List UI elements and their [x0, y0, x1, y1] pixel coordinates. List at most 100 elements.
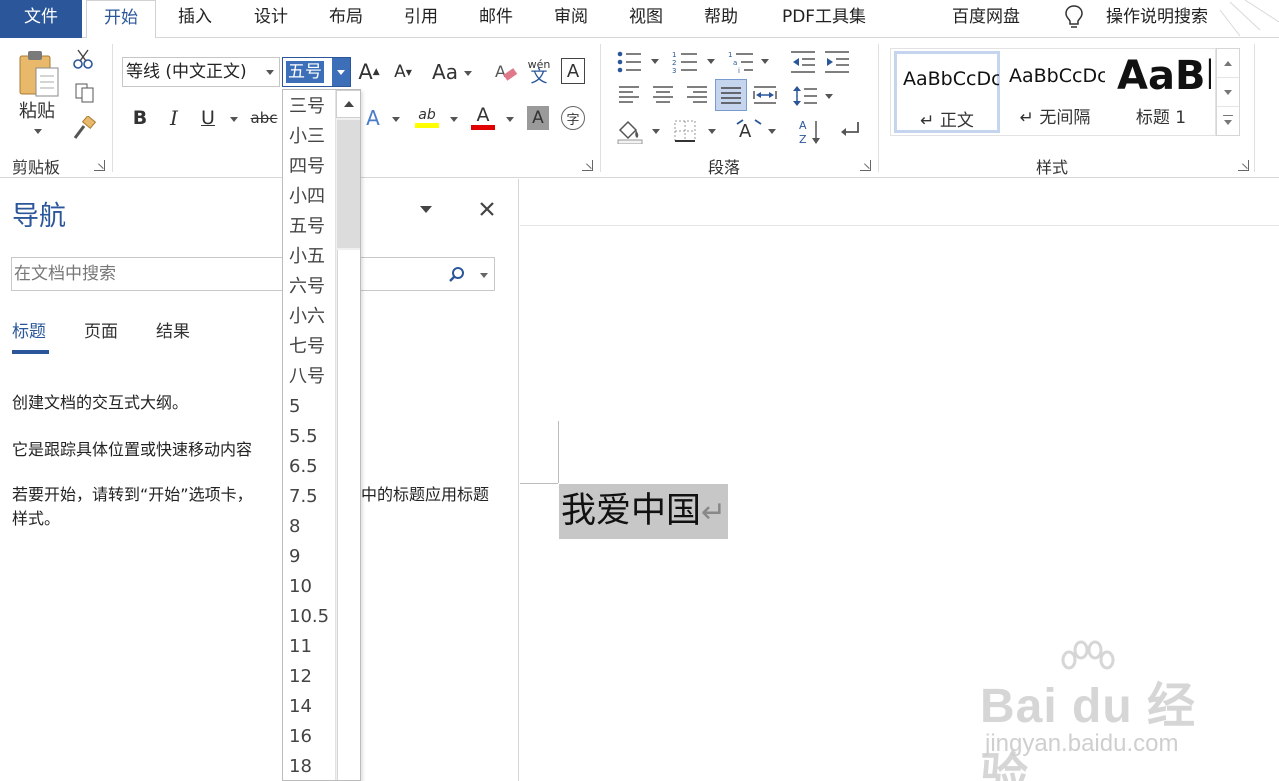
bullets-caret[interactable]: [651, 59, 659, 64]
clear-formatting-icon[interactable]: A: [494, 60, 518, 84]
font-size-option[interactable]: 七号: [283, 332, 335, 362]
phonetic-guide-button[interactable]: wén 文: [526, 56, 552, 86]
font-size-option[interactable]: 12: [283, 662, 335, 692]
line-spacing-icon[interactable]: [792, 84, 818, 108]
font-size-scrollbar[interactable]: [335, 90, 360, 780]
line-spacing-caret[interactable]: [825, 94, 833, 99]
character-shading-button[interactable]: A: [527, 106, 549, 130]
tab-insert[interactable]: 插入: [162, 0, 228, 38]
bold-button[interactable]: B: [128, 104, 152, 132]
align-center-icon[interactable]: [652, 84, 674, 106]
grow-font-button[interactable]: A ▲: [356, 58, 382, 86]
italic-button[interactable]: I: [162, 104, 186, 132]
numbering-caret[interactable]: [707, 59, 715, 64]
multilevel-list-icon[interactable]: 1ai: [728, 50, 754, 74]
font-size-option[interactable]: 小六: [283, 302, 335, 332]
paste-options-caret[interactable]: [34, 129, 42, 134]
font-size-option[interactable]: 小三: [283, 122, 335, 152]
selected-text[interactable]: 我爱中国↵: [559, 484, 729, 539]
search-icon[interactable]: [448, 266, 466, 284]
paste-button[interactable]: 粘贴: [12, 98, 62, 122]
font-size-option[interactable]: 11: [283, 632, 335, 662]
style-normal[interactable]: AaBbCcDc ↵ 正文: [894, 51, 1000, 133]
font-size-dropdown-button[interactable]: [332, 58, 350, 86]
tab-references[interactable]: 引用: [388, 0, 454, 38]
highlight-caret[interactable]: [450, 117, 458, 122]
borders-icon[interactable]: [674, 120, 696, 142]
font-name-caret[interactable]: [266, 70, 274, 75]
font-size-option[interactable]: 14: [283, 692, 335, 722]
align-left-icon[interactable]: [618, 84, 640, 106]
clipboard-launcher[interactable]: [94, 160, 105, 171]
tab-layout[interactable]: 布局: [313, 0, 379, 38]
font-size-value[interactable]: 五号: [286, 61, 324, 83]
increase-indent-icon[interactable]: [824, 50, 850, 74]
shrink-font-button[interactable]: A ▼: [390, 58, 416, 86]
font-size-option[interactable]: 三号: [283, 92, 335, 122]
tab-view[interactable]: 视图: [613, 0, 679, 38]
show-hide-marks-icon[interactable]: [838, 120, 862, 142]
tab-file[interactable]: 文件: [0, 0, 82, 38]
bullets-icon[interactable]: [616, 50, 642, 74]
shading-icon[interactable]: [616, 118, 644, 144]
borders-caret[interactable]: [708, 129, 716, 134]
scroll-up-button[interactable]: [336, 90, 360, 118]
underline-button[interactable]: U: [196, 104, 220, 132]
nav-tab-results[interactable]: 结果: [156, 317, 190, 342]
font-size-option[interactable]: 小四: [283, 182, 335, 212]
decrease-indent-icon[interactable]: [790, 50, 816, 74]
styles-scroll-down[interactable]: [1217, 78, 1239, 107]
tab-baidu-netdisk[interactable]: 百度网盘: [940, 0, 1032, 38]
asian-layout-icon[interactable]: A: [736, 118, 762, 144]
search-options-caret[interactable]: [480, 273, 488, 278]
font-size-option[interactable]: 小五: [283, 242, 335, 272]
nav-tab-pages[interactable]: 页面: [84, 317, 118, 342]
numbering-icon[interactable]: 123: [672, 50, 698, 74]
asian-layout-caret[interactable]: [768, 129, 776, 134]
scroll-thumb[interactable]: [337, 120, 360, 248]
font-size-combo[interactable]: 五号: [282, 57, 351, 87]
tab-home[interactable]: 开始: [86, 0, 156, 39]
font-size-option[interactable]: 7.5: [283, 482, 335, 512]
styles-launcher[interactable]: [1238, 160, 1249, 171]
enclose-characters-button[interactable]: 字: [561, 106, 585, 130]
text-effects-button[interactable]: A: [362, 104, 384, 132]
font-size-option[interactable]: 八号: [283, 362, 335, 392]
cut-icon[interactable]: [72, 48, 94, 70]
change-case-button[interactable]: Aa: [430, 58, 460, 86]
tab-design[interactable]: 设计: [238, 0, 304, 38]
underline-caret[interactable]: [230, 117, 238, 122]
text-effects-caret[interactable]: [392, 117, 400, 122]
font-size-option[interactable]: 10.5: [283, 602, 335, 632]
font-size-option[interactable]: 16: [283, 722, 335, 752]
font-size-option[interactable]: 五号: [283, 212, 335, 242]
font-size-option[interactable]: 18: [283, 752, 335, 780]
font-color-button[interactable]: A: [470, 102, 496, 132]
align-right-icon[interactable]: [686, 84, 708, 106]
justify-icon[interactable]: [715, 79, 747, 111]
nav-options-caret[interactable]: [420, 206, 432, 213]
styles-more[interactable]: [1217, 107, 1239, 136]
paste-icon[interactable]: [18, 48, 62, 98]
styles-scroll[interactable]: [1216, 48, 1240, 136]
highlight-button[interactable]: ab: [414, 102, 440, 132]
scroll-track[interactable]: [337, 250, 360, 780]
font-size-option[interactable]: 8: [283, 512, 335, 542]
shading-caret[interactable]: [652, 129, 660, 134]
font-size-option[interactable]: 5.5: [283, 422, 335, 452]
tab-help[interactable]: 帮助: [688, 0, 754, 38]
tab-pdf-tools[interactable]: PDF工具集: [770, 0, 878, 38]
format-painter-icon[interactable]: [72, 116, 98, 140]
font-size-option[interactable]: 四号: [283, 152, 335, 182]
tab-review[interactable]: 审阅: [538, 0, 604, 38]
font-size-option[interactable]: 5: [283, 392, 335, 422]
sort-icon[interactable]: AZ: [798, 118, 822, 146]
font-size-option[interactable]: 6.5: [283, 452, 335, 482]
style-no-spacing[interactable]: AaBbCcDc ↵ 无间隔: [1003, 51, 1107, 133]
font-name-combo[interactable]: 等线 (中文正文): [122, 57, 280, 87]
font-launcher[interactable]: [582, 160, 593, 171]
paragraph-launcher[interactable]: [860, 160, 871, 171]
font-color-caret[interactable]: [506, 117, 514, 122]
font-size-option[interactable]: 10: [283, 572, 335, 602]
nav-tab-headings[interactable]: 标题: [12, 317, 46, 342]
